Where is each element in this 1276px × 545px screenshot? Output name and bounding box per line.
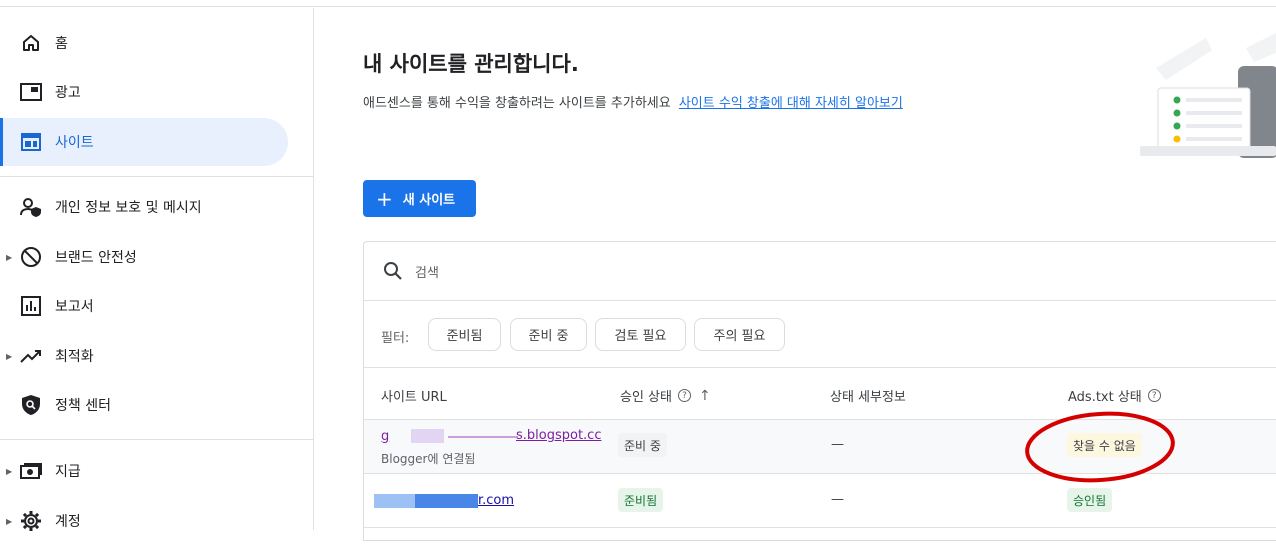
page-subtitle: 애드센스를 통해 수익을 창출하려는 사이트를 추가하세요 사이트 수익 창출에… xyxy=(363,92,903,111)
trending-icon xyxy=(19,344,43,368)
expand-caret-icon[interactable]: ▶ xyxy=(6,352,12,361)
payments-icon xyxy=(19,459,43,483)
filter-chip-preparing[interactable]: 준비 중 xyxy=(510,318,587,351)
sidebar-item-privacy[interactable]: 개인 정보 보호 및 메시지 xyxy=(0,183,288,231)
column-header-label: 상태 세부정보 xyxy=(830,390,906,405)
ads-icon xyxy=(19,80,43,104)
filter-chip-ready[interactable]: 준비됨 xyxy=(428,318,501,351)
status-details-text: — xyxy=(831,437,844,452)
sites-table-card: 검색 필터: 준비됨 준비 중 검토 필요 주의 필요 사이트 URL 승인 상… xyxy=(363,241,1276,541)
column-header-status-details: 상태 세부정보 xyxy=(830,386,906,405)
sidebar-item-policy-center[interactable]: 정책 센터 xyxy=(0,381,288,429)
page-title: 내 사이트를 관리합니다. xyxy=(363,52,579,76)
sidebar-item-brand-safety[interactable]: ▶ 브랜드 안전성 xyxy=(0,233,288,281)
sidebar-item-label: 지급 xyxy=(55,464,81,480)
plus-icon: + xyxy=(376,186,393,211)
filter-chip-needs-review[interactable]: 검토 필요 xyxy=(595,318,686,351)
gear-icon xyxy=(19,509,43,533)
sidebar-item-optimization[interactable]: ▶ 최적화 xyxy=(0,332,288,380)
main-content: 내 사이트를 관리합니다. 애드센스를 통해 수익을 창출하려는 사이트를 추가… xyxy=(314,8,1276,541)
top-bar-border xyxy=(0,0,1276,7)
filter-bar: 필터: 준비됨 준비 중 검토 필요 주의 필요 xyxy=(364,302,1276,368)
status-badge: 준비됨 xyxy=(618,488,664,512)
redacted-text xyxy=(411,429,444,443)
sidebar-item-label: 정책 센터 xyxy=(55,398,111,414)
expand-caret-icon[interactable]: ▶ xyxy=(6,467,12,476)
sidebar-item-label: 홈 xyxy=(55,36,68,52)
sidebar-item-sites[interactable]: 사이트 xyxy=(0,118,288,166)
help-icon[interactable]: ? xyxy=(1147,389,1161,402)
site-url-link[interactable]: r.com xyxy=(478,493,514,508)
site-sub-label: Blogger에 연결됨 xyxy=(381,452,476,466)
search-input[interactable]: 검색 xyxy=(415,262,439,281)
column-header-label: Ads.txt 상태 xyxy=(1068,390,1142,405)
sidebar-item-payments[interactable]: ▶ 지급 xyxy=(0,447,288,495)
redacted-text xyxy=(374,494,415,508)
new-site-button[interactable]: + 새 사이트 xyxy=(363,180,476,217)
sidebar-item-label: 최적화 xyxy=(55,349,94,365)
reports-icon xyxy=(19,294,43,318)
column-header-approval-status[interactable]: 승인 상태 ? ↑ xyxy=(620,386,711,406)
search-icon xyxy=(383,261,403,285)
sites-illustration xyxy=(1136,28,1276,163)
help-icon[interactable]: ? xyxy=(677,389,691,402)
sidebar: 홈 광고 사이트 개인 정보 보호 및 메시지 ▶ 브랜드 안전성 보고서 ▶ xyxy=(0,8,314,531)
expand-caret-icon[interactable]: ▶ xyxy=(6,517,12,526)
sidebar-divider xyxy=(0,176,313,177)
sidebar-item-label: 개인 정보 보호 및 메시지 xyxy=(55,200,202,216)
sidebar-item-ads[interactable]: 광고 xyxy=(0,68,288,116)
sidebar-item-reports[interactable]: 보고서 xyxy=(0,282,288,330)
filter-label: 필터: xyxy=(381,331,410,346)
status-details-text: — xyxy=(831,492,844,507)
column-header-site-url[interactable]: 사이트 URL xyxy=(381,386,447,405)
filter-chip-needs-attention[interactable]: 주의 필요 xyxy=(694,318,785,351)
expand-caret-icon[interactable]: ▶ xyxy=(6,253,12,262)
column-header-label: 승인 상태 xyxy=(620,390,672,405)
table-row[interactable]: g s.blogspot.cc Blogger에 연결됨 준비 중 — 찾을 수… xyxy=(364,411,1276,483)
sidebar-item-label: 계정 xyxy=(55,514,81,530)
column-header-label: 사이트 URL xyxy=(381,390,447,405)
column-header-ads-txt: Ads.txt 상태 ? xyxy=(1068,386,1161,405)
sidebar-item-home[interactable]: 홈 xyxy=(0,19,288,67)
ads-txt-badge: 승인됨 xyxy=(1067,488,1113,512)
search-bar[interactable]: 검색 xyxy=(364,242,1276,301)
table-row[interactable]: r.com 준비됨 — 승인됨 xyxy=(364,474,1276,528)
privacy-icon xyxy=(19,195,43,219)
subtitle-text: 애드센스를 통해 수익을 창출하려는 사이트를 추가하세요 xyxy=(363,96,671,111)
site-url-link[interactable]: s.blogspot.cc xyxy=(516,428,601,443)
status-badge: 준비 중 xyxy=(618,433,667,457)
policy-icon xyxy=(19,393,43,417)
new-site-label: 새 사이트 xyxy=(402,193,456,208)
redacted-text xyxy=(415,494,478,508)
sort-arrow-up-icon[interactable]: ↑ xyxy=(699,388,711,404)
sidebar-divider xyxy=(0,439,313,440)
home-icon xyxy=(19,31,43,55)
sidebar-item-label: 사이트 xyxy=(55,135,94,151)
sidebar-item-label: 브랜드 안전성 xyxy=(55,250,137,266)
block-icon xyxy=(19,245,43,269)
site-url-link-prefix[interactable]: g xyxy=(381,429,389,444)
redacted-text xyxy=(448,436,518,438)
learn-more-link[interactable]: 사이트 수익 창출에 대해 자세히 알아보기 xyxy=(679,96,903,111)
sidebar-item-account[interactable]: ▶ 계정 xyxy=(0,497,288,545)
sites-icon xyxy=(19,130,43,154)
sidebar-item-label: 광고 xyxy=(55,85,81,101)
sidebar-item-label: 보고서 xyxy=(55,299,94,315)
